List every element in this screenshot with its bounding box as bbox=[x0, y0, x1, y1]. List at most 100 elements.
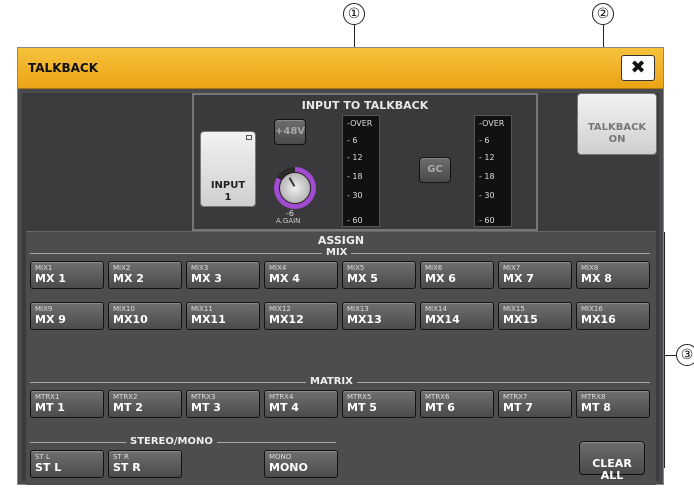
matrix-assign-button-4[interactable]: MTRX4 MT 4 bbox=[264, 390, 338, 418]
matrix-assign-button-5-short-label: MTRX5 bbox=[347, 393, 372, 401]
stereo-right-assign-button[interactable]: ST R ST R bbox=[108, 450, 182, 478]
talkback-on-label: TALKBACK ON bbox=[587, 122, 647, 145]
mix-assign-button-7[interactable]: MIX7 MX 7 bbox=[498, 261, 572, 289]
close-icon: ✖ bbox=[630, 57, 646, 78]
meter-scale-label: - 30 bbox=[479, 191, 495, 200]
mix-assign-button-5-short-label: MIX5 bbox=[347, 264, 365, 272]
clear-all-label: CLEAR ALL bbox=[592, 457, 632, 482]
mix-assign-button-13-short-label: MIX13 bbox=[347, 305, 369, 313]
mix-assign-button-13[interactable]: MIX13 MX13 bbox=[342, 302, 416, 330]
phantom-power-button[interactable]: +48V bbox=[274, 119, 306, 145]
mix-assign-button-9[interactable]: MIX9 MX 9 bbox=[30, 302, 104, 330]
title-bar: TALKBACK ✖ bbox=[18, 48, 663, 89]
mix-assign-button-5-name-label: MX 5 bbox=[347, 272, 378, 285]
mix-assign-button-14-short-label: MIX14 bbox=[425, 305, 447, 313]
matrix-assign-button-1[interactable]: MTRX1 MT 1 bbox=[30, 390, 104, 418]
mix-assign-button-10-short-label: MIX10 bbox=[113, 305, 135, 313]
input-to-talkback-title: INPUT TO TALKBACK bbox=[301, 99, 429, 112]
stereo-left-assign-button-short-label: ST L bbox=[35, 453, 50, 461]
matrix-assign-button-6[interactable]: MTRX6 MT 6 bbox=[420, 390, 494, 418]
mix-assign-button-7-short-label: MIX7 bbox=[503, 264, 521, 272]
mix-assign-button-10-name-label: MX10 bbox=[113, 313, 148, 326]
mix-assign-button-1[interactable]: MIX1 MX 1 bbox=[30, 261, 104, 289]
mix-assign-button-15[interactable]: MIX15 MX15 bbox=[498, 302, 572, 330]
callout-3: ③ bbox=[676, 344, 694, 366]
mix-assign-button-16[interactable]: MIX16 MX16 bbox=[576, 302, 650, 330]
input-level-meter: -OVER - 6 - 12 - 18 - 30 - 60 bbox=[342, 115, 380, 227]
assign-panel: ASSIGN MIX MATRIX STEREO/MONO CLEAR ALL … bbox=[26, 231, 656, 485]
matrix-assign-button-7[interactable]: MTRX7 MT 7 bbox=[498, 390, 572, 418]
matrix-assign-button-6-short-label: MTRX6 bbox=[425, 393, 450, 401]
input-select-button[interactable]: INPUT 1 bbox=[200, 131, 256, 207]
mix-assign-button-16-short-label: MIX16 bbox=[581, 305, 603, 313]
meter-scale-label: - 60 bbox=[347, 216, 363, 225]
meter-scale-label: - 12 bbox=[347, 153, 363, 162]
matrix-assign-button-1-short-label: MTRX1 bbox=[35, 393, 60, 401]
input-select-label: INPUT 1 bbox=[210, 180, 246, 203]
callout-2: ② bbox=[592, 3, 614, 25]
talkback-on-button[interactable]: TALKBACK ON bbox=[577, 93, 657, 155]
mix-assign-button-11[interactable]: MIX11 MX11 bbox=[186, 302, 260, 330]
gain-knob-cap bbox=[279, 172, 311, 204]
stereo-mono-section-label: STEREO/MONO bbox=[126, 436, 217, 447]
mono-assign-button-short-label: MONO bbox=[269, 453, 292, 461]
stereo-right-assign-button-short-label: ST R bbox=[113, 453, 129, 461]
matrix-assign-button-8[interactable]: MTRX8 MT 8 bbox=[576, 390, 650, 418]
mix-assign-button-14-name-label: MX14 bbox=[425, 313, 460, 326]
meter-scale-label: - 30 bbox=[347, 191, 363, 200]
mono-assign-button-name-label: MONO bbox=[269, 461, 308, 474]
close-button[interactable]: ✖ bbox=[621, 55, 655, 81]
matrix-assign-button-2[interactable]: MTRX2 MT 2 bbox=[108, 390, 182, 418]
mix-assign-button-15-name-label: MX15 bbox=[503, 313, 538, 326]
matrix-assign-button-4-name-label: MT 4 bbox=[269, 401, 299, 414]
popup-indicator-icon bbox=[246, 135, 252, 140]
mix-assign-button-9-name-label: MX 9 bbox=[35, 313, 66, 326]
matrix-assign-button-3-short-label: MTRX3 bbox=[191, 393, 216, 401]
matrix-assign-button-2-short-label: MTRX2 bbox=[113, 393, 138, 401]
mix-assign-button-6-short-label: MIX6 bbox=[425, 264, 443, 272]
assign-title: ASSIGN bbox=[317, 234, 365, 247]
meter-scale-label: -OVER bbox=[347, 119, 373, 128]
matrix-assign-button-1-name-label: MT 1 bbox=[35, 401, 65, 414]
matrix-assign-button-8-name-label: MT 8 bbox=[581, 401, 611, 414]
mix-assign-button-11-name-label: MX11 bbox=[191, 313, 226, 326]
matrix-assign-button-2-name-label: MT 2 bbox=[113, 401, 143, 414]
meter-scale-label: - 12 bbox=[479, 153, 495, 162]
mix-assign-button-3-short-label: MIX3 bbox=[191, 264, 209, 272]
mix-assign-button-8-short-label: MIX8 bbox=[581, 264, 599, 272]
gain-compensation-button[interactable]: GC bbox=[419, 157, 451, 183]
mix-assign-button-1-short-label: MIX1 bbox=[35, 264, 53, 272]
meter-scale-label: - 60 bbox=[479, 216, 495, 225]
gain-label: A.GAIN bbox=[276, 217, 301, 225]
mix-assign-button-10[interactable]: MIX10 MX10 bbox=[108, 302, 182, 330]
mix-assign-button-2[interactable]: MIX2 MX 2 bbox=[108, 261, 182, 289]
mix-assign-button-14[interactable]: MIX14 MX14 bbox=[420, 302, 494, 330]
matrix-assign-button-7-name-label: MT 7 bbox=[503, 401, 533, 414]
mono-assign-button[interactable]: MONO MONO bbox=[264, 450, 338, 478]
mix-assign-button-5[interactable]: MIX5 MX 5 bbox=[342, 261, 416, 289]
mix-assign-button-3[interactable]: MIX3 MX 3 bbox=[186, 261, 260, 289]
mix-assign-button-4-short-label: MIX4 bbox=[269, 264, 287, 272]
matrix-assign-button-3[interactable]: MTRX3 MT 3 bbox=[186, 390, 260, 418]
matrix-assign-button-8-short-label: MTRX8 bbox=[581, 393, 606, 401]
window-title: TALKBACK bbox=[28, 61, 99, 75]
mix-assign-button-9-short-label: MIX9 bbox=[35, 305, 53, 313]
matrix-assign-button-5[interactable]: MTRX5 MT 5 bbox=[342, 390, 416, 418]
analog-gain-knob[interactable] bbox=[274, 167, 316, 209]
mix-assign-button-12[interactable]: MIX12 MX12 bbox=[264, 302, 338, 330]
clear-all-button[interactable]: CLEAR ALL bbox=[579, 441, 645, 482]
stereo-left-assign-button[interactable]: ST L ST L bbox=[30, 450, 104, 478]
matrix-assign-button-3-name-label: MT 3 bbox=[191, 401, 221, 414]
mix-assign-button-2-name-label: MX 2 bbox=[113, 272, 144, 285]
mix-assign-button-2-short-label: MIX2 bbox=[113, 264, 131, 272]
talkback-content: INPUT TO TALKBACK INPUT 1 +48V -6 A.GAIN… bbox=[22, 93, 659, 485]
talkback-window: TALKBACK ✖ INPUT TO TALKBACK INPUT 1 +48… bbox=[17, 47, 664, 485]
meter-scale-label: - 18 bbox=[347, 172, 363, 181]
matrix-assign-button-7-short-label: MTRX7 bbox=[503, 393, 528, 401]
mix-assign-button-6[interactable]: MIX6 MX 6 bbox=[420, 261, 494, 289]
mix-assign-button-8-name-label: MX 8 bbox=[581, 272, 612, 285]
mix-assign-button-8[interactable]: MIX8 MX 8 bbox=[576, 261, 650, 289]
mix-assign-button-4[interactable]: MIX4 MX 4 bbox=[264, 261, 338, 289]
stereo-left-assign-button-name-label: ST L bbox=[35, 461, 62, 474]
meter-scale-label: - 6 bbox=[347, 136, 358, 145]
